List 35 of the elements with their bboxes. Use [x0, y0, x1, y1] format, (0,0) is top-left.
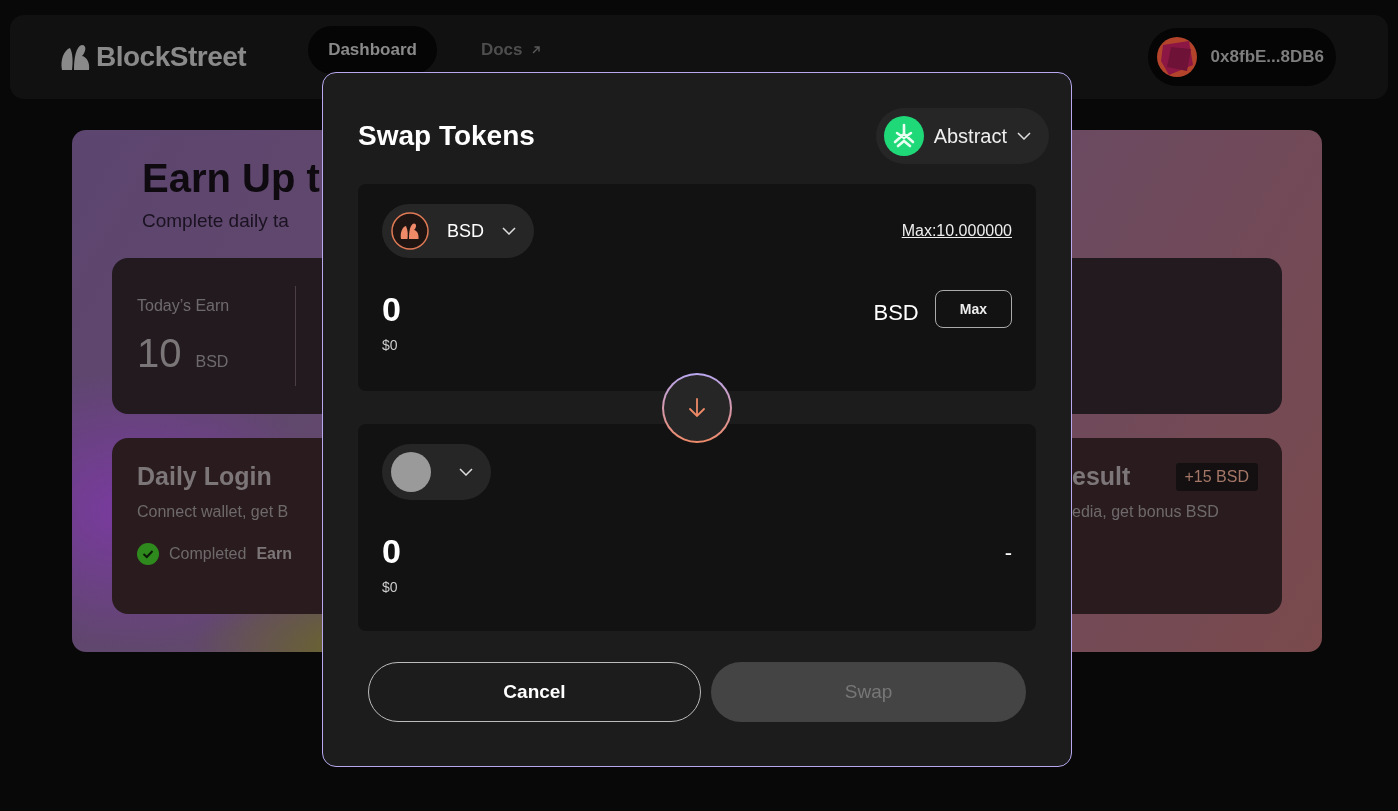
usd-value: $0 [382, 579, 399, 595]
chevron-down-icon [1017, 132, 1031, 140]
usd-value: $0 [382, 337, 399, 353]
token-unit: - [1004, 540, 1012, 566]
token-unit: BSD [873, 300, 919, 326]
max-button[interactable]: Max [934, 290, 1012, 328]
token-selector[interactable]: BSD [382, 204, 534, 258]
hero-title: Earn Up t [142, 155, 320, 202]
token-icon [391, 212, 429, 250]
network-selector[interactable]: Abstract [875, 108, 1049, 164]
amount-field[interactable]: 0 [382, 532, 401, 571]
reward-label: Earn [256, 545, 292, 563]
wallet-button[interactable]: 0x8fbE...8DB6 [1147, 28, 1336, 86]
task-title: esult [1072, 462, 1131, 491]
status-label: Completed [169, 545, 247, 563]
chevron-down-icon [502, 227, 516, 235]
token-selector[interactable] [382, 444, 491, 500]
task-title: Daily Login [137, 462, 272, 491]
hero-subtitle: Complete daily ta [142, 210, 289, 232]
stat-value: 10 [137, 330, 182, 376]
dialog-title: Swap Tokens [358, 120, 535, 152]
stat-label: Today’s Earn [137, 296, 231, 315]
task-description: edia, get bonus BSD [1072, 503, 1219, 521]
task-description: Connect wallet, get B [137, 503, 289, 521]
stat-unit: BSD [195, 352, 229, 371]
max-balance-link[interactable]: Max:10.000000 [901, 222, 1012, 240]
token-placeholder-icon [391, 452, 431, 492]
logo-text: BlockStreet [96, 41, 247, 73]
network-icon [883, 116, 924, 156]
logo-icon [60, 44, 90, 70]
avatar-icon [1156, 37, 1197, 77]
nav-tab[interactable]: Dashboard [308, 26, 437, 74]
amount-field[interactable]: 0 [382, 290, 401, 329]
chevron-down-icon [459, 468, 473, 476]
reward-badge: +15 BSD [1175, 462, 1258, 491]
